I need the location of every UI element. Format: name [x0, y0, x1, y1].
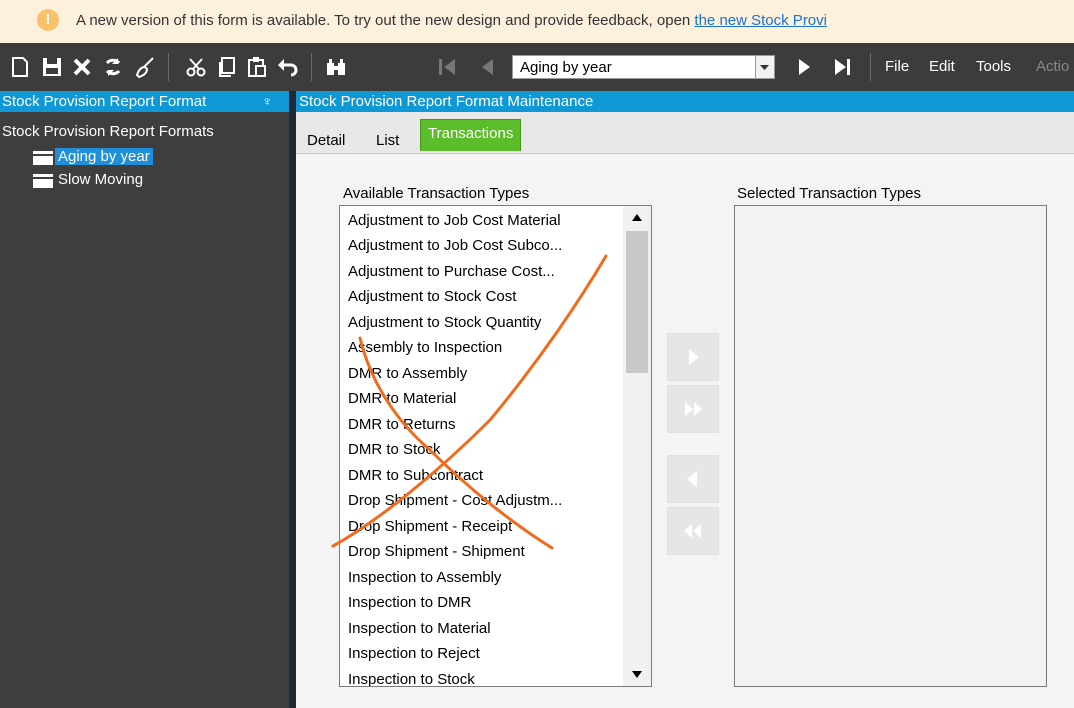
- list-item[interactable]: Adjustment to Stock Quantity: [348, 314, 620, 331]
- tab-bar: Detail List Transactions: [296, 112, 1074, 154]
- paste-icon[interactable]: [245, 55, 269, 79]
- warning-icon: !: [37, 9, 59, 31]
- available-types-label: Available Transaction Types: [343, 185, 530, 202]
- form-header: Stock Provision Report Format Maintenanc…: [296, 91, 1074, 112]
- remove-one-icon: [687, 471, 697, 487]
- menu-actions[interactable]: Actio: [1036, 58, 1069, 75]
- delete-icon[interactable]: [70, 55, 94, 79]
- selected-types-list[interactable]: [734, 205, 1047, 687]
- tab-list[interactable]: List: [376, 132, 399, 149]
- new-icon[interactable]: [8, 55, 32, 79]
- undo-icon[interactable]: [276, 55, 300, 79]
- pin-icon[interactable]: ♆: [262, 93, 273, 109]
- save-icon[interactable]: [40, 55, 64, 79]
- list-scrollbar[interactable]: [623, 206, 651, 686]
- remove-one-button[interactable]: [667, 455, 719, 503]
- clear-icon[interactable]: [133, 55, 157, 79]
- list-item[interactable]: Drop Shipment - Shipment: [348, 543, 620, 560]
- list-item[interactable]: DMR to Stock: [348, 441, 620, 458]
- list-item[interactable]: Drop Shipment - Cost Adjustm...: [348, 492, 620, 509]
- scroll-thumb[interactable]: [626, 231, 648, 373]
- update-banner: ! A new version of this form is availabl…: [0, 0, 1074, 43]
- folder-icon: [33, 174, 53, 188]
- last-record-icon[interactable]: [830, 55, 854, 79]
- refresh-icon[interactable]: [101, 55, 125, 79]
- new-form-link[interactable]: the new Stock Provi: [694, 12, 827, 29]
- list-item[interactable]: DMR to Subcontract: [348, 467, 620, 484]
- next-record-icon[interactable]: [792, 55, 816, 79]
- list-item[interactable]: Adjustment to Purchase Cost...: [348, 263, 620, 280]
- banner-message: A new version of this form is available.…: [76, 12, 827, 29]
- list-item[interactable]: Adjustment to Job Cost Subco...: [348, 237, 620, 254]
- sidebar-title: Stock Provision Report Format: [2, 93, 207, 110]
- record-select-value: Aging by year: [520, 59, 612, 76]
- form-title: Stock Provision Report Format Maintenanc…: [299, 93, 594, 110]
- list-item[interactable]: DMR to Assembly: [348, 365, 620, 382]
- toolbar-separator: [311, 53, 312, 81]
- list-item[interactable]: DMR to Material: [348, 390, 620, 407]
- list-item[interactable]: Assembly to Inspection: [348, 339, 620, 356]
- add-one-icon: [689, 349, 699, 365]
- list-item[interactable]: Drop Shipment - Receipt: [348, 518, 620, 535]
- cut-icon[interactable]: [184, 55, 208, 79]
- tab-transactions[interactable]: Transactions: [420, 119, 522, 151]
- toolbar-separator: [870, 53, 871, 81]
- list-item[interactable]: Inspection to DMR: [348, 594, 620, 611]
- copy-icon[interactable]: [215, 55, 239, 79]
- sidebar-header: Stock Provision Report Format ♆: [0, 91, 289, 112]
- menu-file[interactable]: File: [885, 58, 909, 75]
- banner-text: A new version of this form is available.…: [76, 12, 695, 29]
- list-item[interactable]: DMR to Returns: [348, 416, 620, 433]
- add-all-icon: [685, 402, 702, 416]
- panel-splitter[interactable]: [289, 91, 296, 708]
- sidebar-tree: Stock Provision Report Formats Aging by …: [0, 112, 289, 708]
- tab-detail[interactable]: Detail: [307, 132, 345, 149]
- add-one-button[interactable]: [667, 333, 719, 381]
- list-item[interactable]: Inspection to Reject: [348, 645, 620, 662]
- tree-root-label[interactable]: Stock Provision Report Formats: [2, 123, 214, 140]
- remove-all-icon: [684, 524, 701, 538]
- find-icon[interactable]: [324, 55, 348, 79]
- list-item[interactable]: Adjustment to Job Cost Material: [348, 212, 620, 229]
- menu-edit[interactable]: Edit: [929, 58, 955, 75]
- list-item[interactable]: Inspection to Material: [348, 620, 620, 637]
- menu-tools[interactable]: Tools: [976, 58, 1011, 75]
- tree-item-label: Aging by year: [55, 148, 153, 165]
- first-record-icon[interactable]: [436, 55, 460, 79]
- toolbar: Aging by year File Edit Tools Actio: [0, 43, 1074, 91]
- record-select[interactable]: Aging by year: [512, 55, 775, 79]
- list-item[interactable]: Inspection to Stock: [348, 671, 620, 686]
- list-item[interactable]: Inspection to Assembly: [348, 569, 620, 586]
- selected-types-label: Selected Transaction Types: [737, 185, 921, 202]
- remove-all-button[interactable]: [667, 507, 719, 555]
- toolbar-separator: [168, 53, 169, 81]
- scroll-down-icon[interactable]: [623, 662, 651, 686]
- list-item[interactable]: Adjustment to Stock Cost: [348, 288, 620, 305]
- previous-record-icon[interactable]: [476, 55, 500, 79]
- available-types-list[interactable]: Adjustment to Job Cost Material Adjustme…: [339, 205, 652, 687]
- folder-icon: [33, 151, 53, 165]
- chevron-down-icon[interactable]: [755, 56, 774, 78]
- add-all-button[interactable]: [667, 385, 719, 433]
- tree-item-label: Slow Moving: [58, 171, 144, 188]
- scroll-up-icon[interactable]: [623, 206, 651, 230]
